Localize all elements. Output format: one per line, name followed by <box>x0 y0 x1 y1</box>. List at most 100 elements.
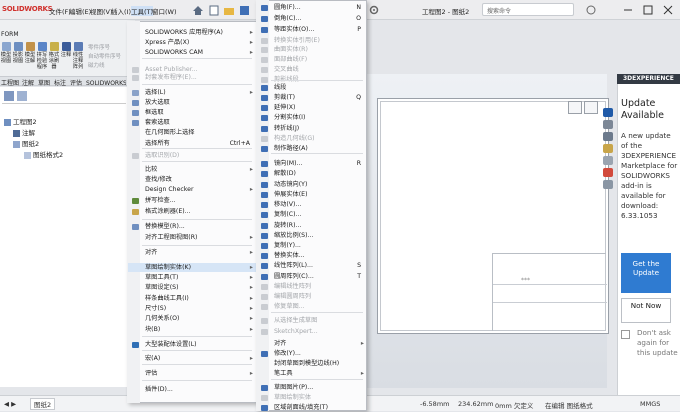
tab-sketch[interactable]: 草图 <box>38 78 50 87</box>
tree-item-drawing[interactable]: 工程图2 <box>4 116 37 126</box>
tools_menu-item[interactable]: 对齐 ▸ <box>128 248 256 257</box>
sketch_menu-item[interactable]: 线性阵列(L)... S <box>257 261 367 270</box>
tools_menu-item[interactable]: 格式涂刷器(E)... <box>128 207 256 216</box>
help-icon[interactable] <box>586 5 596 15</box>
sketch_menu-item[interactable]: 分割实体(I) <box>257 113 367 122</box>
sheet-tab[interactable]: 图纸2 <box>30 398 56 410</box>
tree-item-sheet-format[interactable]: 图纸格式2 <box>24 149 63 159</box>
sketch_menu-item[interactable]: 线段 <box>257 83 367 92</box>
property-tab-icon[interactable] <box>17 91 27 101</box>
sketch_menu-item[interactable]: 镜向(M)... R <box>257 159 367 168</box>
restore-view-button[interactable] <box>568 101 582 114</box>
drawing-sheet[interactable]: *** <box>377 98 609 334</box>
tools_menu-item[interactable]: 比较 ▸ <box>128 165 256 174</box>
tab-addins[interactable]: SOLIDWORKS 插件 <box>86 78 126 87</box>
menu-file[interactable]: 文件(F) <box>49 6 71 16</box>
tools_menu-item[interactable]: 草图工具(T) ▸ <box>128 273 256 282</box>
gear-icon[interactable] <box>368 4 380 16</box>
menu-edit[interactable]: 编辑(E) <box>69 6 91 16</box>
tools_menu-item[interactable]: 放大选取 <box>128 98 256 107</box>
sketch_menu-item[interactable]: 动态镜向(Y) <box>257 180 367 189</box>
tree-item-annotations[interactable]: 注解 <box>13 127 35 137</box>
tools_menu-item[interactable]: 宏(A) ▸ <box>128 354 256 363</box>
tools_menu-item[interactable]: Design Checker ▸ <box>128 185 256 194</box>
tools_menu-item[interactable]: 大型装配体设置(L) <box>128 340 256 349</box>
tools_menu-item[interactable]: 在几何图形上选择 <box>128 128 256 137</box>
sketch_menu-item[interactable]: 转折线(J) <box>257 124 367 133</box>
feature-tree-tab-icon[interactable] <box>4 91 14 101</box>
projected-view-button[interactable]: 投影视图 <box>12 42 24 64</box>
custom-properties-icon[interactable] <box>603 180 613 189</box>
sketch_menu-item[interactable]: 复制(C)... <box>257 210 367 219</box>
sketch_menu-item[interactable]: 对齐 ▸ <box>257 339 367 348</box>
sketch_menu-item[interactable]: 草图图片(P)... <box>257 383 367 392</box>
menu-view[interactable]: 视图(V) <box>90 6 113 16</box>
tools_menu-item[interactable]: 草图绘制实体(K) ▸ <box>128 263 256 272</box>
close-view-button[interactable] <box>584 101 598 114</box>
not-now-button[interactable]: Not Now <box>621 298 671 323</box>
linear-note-pattern-button[interactable]: 线性注释阵列 <box>72 42 84 70</box>
sketch_menu-item[interactable]: 移动(V)... <box>257 200 367 209</box>
sketch_menu-item[interactable]: 替换实体... <box>257 251 367 260</box>
model-items-button[interactable]: 模型注解 <box>24 42 36 64</box>
tools_menu-item[interactable]: SOLIDWORKS 应用程序(A) ▸ <box>128 28 256 37</box>
sketch_menu-item[interactable]: 圆周阵列(C)... T <box>257 272 367 281</box>
sketch_menu-item[interactable]: 制作路径(A) <box>257 144 367 153</box>
sketch_menu-item[interactable]: 旋转(R)... <box>257 221 367 230</box>
sketch_menu-item[interactable]: 延伸(X) <box>257 103 367 112</box>
tab-drawing[interactable]: 工程图 <box>1 78 19 87</box>
sketch_menu-item[interactable]: 剪裁(T) Q <box>257 93 367 102</box>
status-units[interactable]: MMGS <box>640 400 660 408</box>
tab-annotation[interactable]: 注解 <box>22 78 34 87</box>
format-painter-button[interactable]: 格式涂刷器 <box>48 42 60 70</box>
tools_menu-item[interactable]: 替换模型(R)... <box>128 222 256 231</box>
tools_menu-item[interactable]: 对齐工程图视图(R) ▸ <box>128 233 256 242</box>
tools_menu-item[interactable]: 选择(L) ▸ <box>128 88 256 97</box>
tree-item-sheet[interactable]: 图纸2 <box>13 138 39 148</box>
sheet-nav-arrows[interactable]: ◀ ▶ <box>4 400 16 408</box>
tools_menu-item[interactable]: 几何关系(O) ▸ <box>128 314 256 323</box>
tab-markup[interactable]: 标注 <box>54 78 66 87</box>
tools_menu-item[interactable]: 选择所有 Ctrl+A <box>128 139 256 148</box>
sketch_menu-item[interactable]: 倒角(C)... O <box>257 14 367 23</box>
tools_menu-item[interactable]: 评估 ▸ <box>128 369 256 378</box>
menu-insert[interactable]: 插入(I) <box>111 6 131 16</box>
menu-window[interactable]: 窗口(W) <box>152 6 177 16</box>
tab-evaluate[interactable]: 评估 <box>70 78 82 87</box>
note-button[interactable]: 注释 <box>60 42 72 58</box>
resources-icon[interactable] <box>603 120 613 129</box>
sketch_menu-item[interactable]: 缩放比例(S)... <box>257 231 367 240</box>
search-input[interactable]: 搜索命令 <box>482 3 574 16</box>
view-palette-icon[interactable] <box>603 156 613 165</box>
window-controls[interactable] <box>620 5 676 15</box>
appearances-icon[interactable] <box>603 168 613 177</box>
sketch_menu-item[interactable]: 封闭草图到模型边线(H) <box>257 359 367 368</box>
design-library-icon[interactable] <box>603 132 613 141</box>
file-explorer-icon[interactable] <box>603 144 613 153</box>
tools_menu-item[interactable]: 拼写检查... <box>128 196 256 205</box>
tools_menu-item[interactable]: 插件(D)... <box>128 385 256 394</box>
sketch_menu-item[interactable]: 修改(Y)... <box>257 349 367 358</box>
tools_menu-item[interactable]: 套索选取 <box>128 118 256 127</box>
sketch_menu-item[interactable]: 等距实体(O)... P <box>257 25 367 34</box>
model-view-button[interactable]: 模型视图 <box>0 42 12 64</box>
sketch_menu-item[interactable]: 圆角(F)... N <box>257 3 367 12</box>
3dexperience-icon[interactable] <box>603 108 613 117</box>
tools_menu-item[interactable]: 查找/修改 <box>128 175 256 184</box>
quick-access-toolbar[interactable] <box>190 3 250 17</box>
sketch_menu-item[interactable]: 伸展实体(E) <box>257 190 367 199</box>
tools_menu-item[interactable]: 块(B) ▸ <box>128 325 256 334</box>
sketch_menu-item[interactable]: 笔工具 ▸ <box>257 369 367 378</box>
tools_menu-item[interactable]: 样条曲线工具(I) ▸ <box>128 294 256 303</box>
tools_menu-item[interactable]: 尺寸(S) ▸ <box>128 304 256 313</box>
tools_menu-item[interactable]: Xpress 产品(X) ▸ <box>128 38 256 47</box>
spell-checker-button[interactable]: 拼写检验程序 <box>36 42 48 70</box>
get-update-button[interactable]: Get the Update <box>621 253 671 293</box>
sketch_menu-item[interactable]: 解散(D) <box>257 169 367 178</box>
dont-ask-checkbox[interactable] <box>621 330 630 339</box>
tools_menu-item[interactable]: 框选取 <box>128 108 256 117</box>
menu-tools[interactable]: 工具(T) <box>131 6 154 16</box>
tools_menu-item[interactable]: SOLIDWORKS CAM ▸ <box>128 48 256 57</box>
sketch_menu-item[interactable]: 复制(Y)... <box>257 241 367 250</box>
tools_menu-item[interactable]: 草图设定(S) ▸ <box>128 283 256 292</box>
